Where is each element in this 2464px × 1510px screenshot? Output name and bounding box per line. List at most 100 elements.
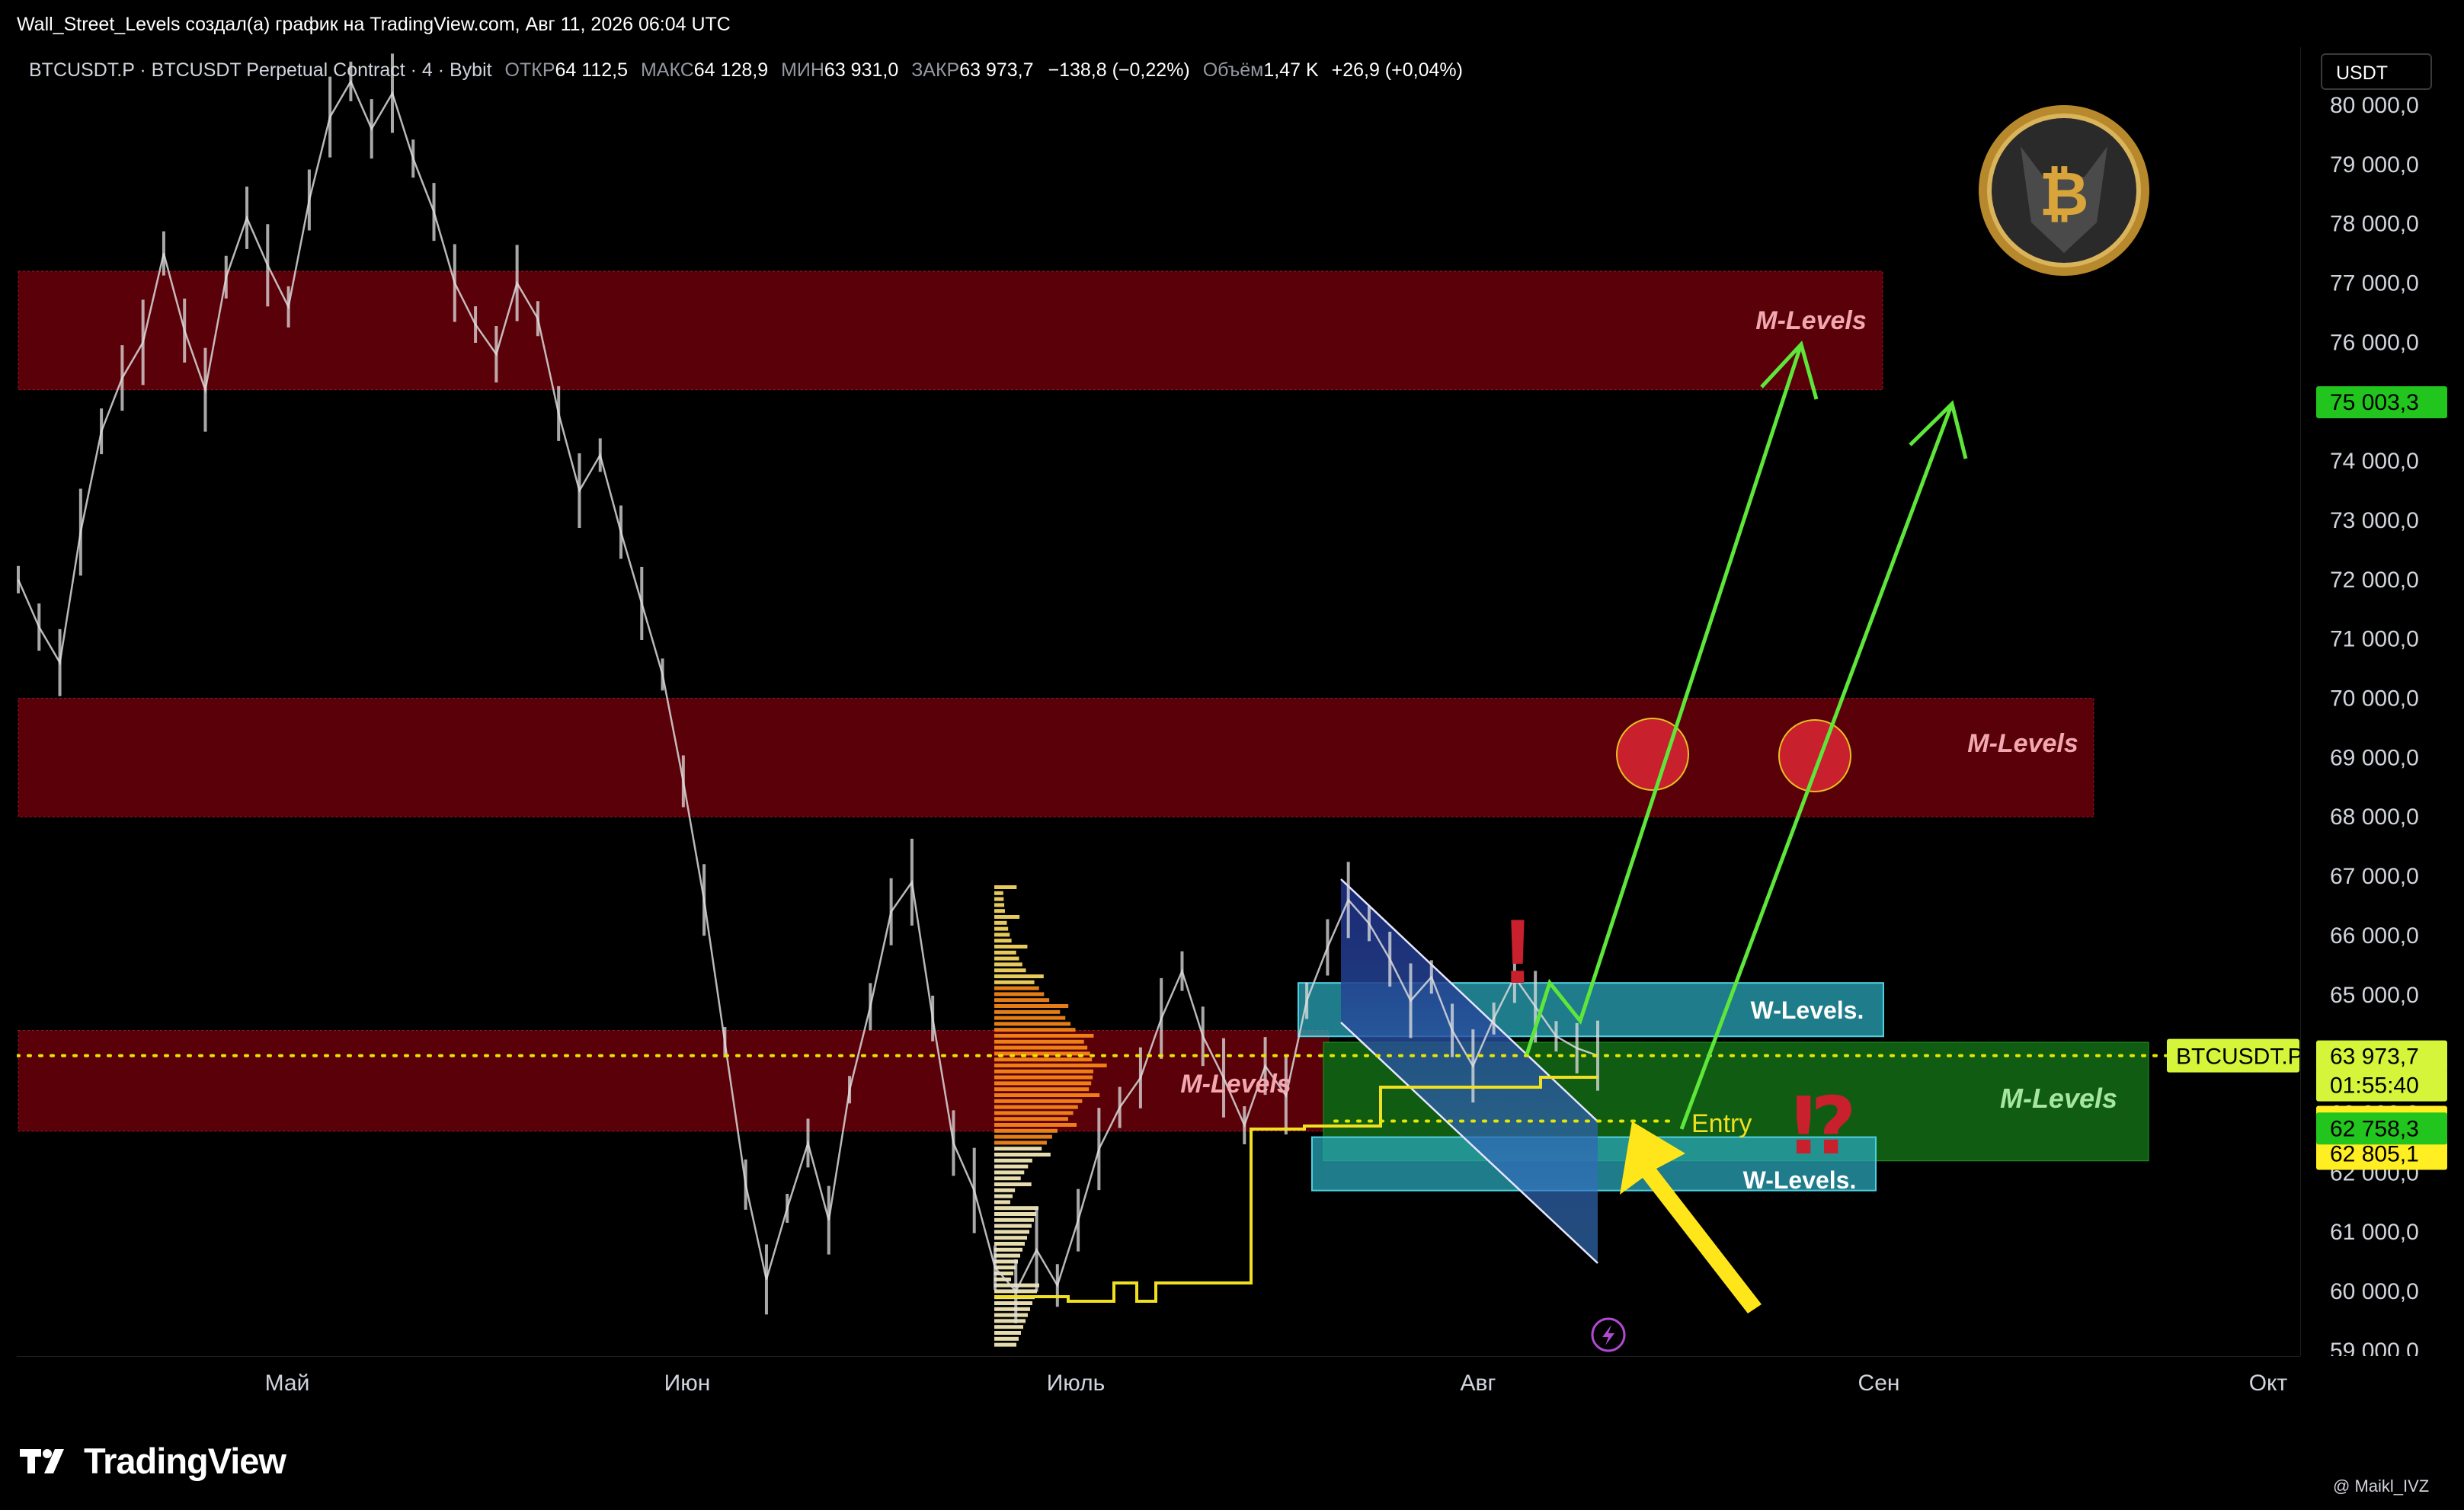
price-label: 63 973,7 — [2316, 1040, 2447, 1073]
w-levels-label: W-Levels. — [1751, 997, 1864, 1024]
volume-bar — [994, 915, 1020, 919]
volume-bar — [994, 1105, 1078, 1109]
symbol-title[interactable]: BTCUSDT.P · BTCUSDT Perpetual Contract ·… — [29, 59, 492, 81]
low-value: 63 931,0 — [824, 59, 899, 81]
volume-bar — [994, 897, 1004, 901]
volume-bar — [994, 1022, 1071, 1026]
m-levels-label: M-Levels — [1967, 729, 2078, 758]
volume-bar — [994, 998, 1050, 1003]
volume-bar — [994, 1342, 1016, 1347]
volume-bar — [994, 1253, 1020, 1258]
volume-bar — [994, 1128, 1058, 1133]
m-levels-zone[interactable] — [18, 1029, 1330, 1132]
price-label: 01:55:40 — [2316, 1069, 2447, 1102]
volume-bar — [994, 1188, 1016, 1192]
volume-bar — [994, 909, 1005, 913]
volume-bar — [994, 1247, 1022, 1252]
volume-bar — [994, 974, 1044, 978]
interrobang-mark: ⁉ — [1791, 1083, 1857, 1171]
volume-bar — [994, 1147, 1042, 1151]
volume-value: 1,47 K — [1263, 59, 1319, 81]
volume-bar — [994, 1164, 1029, 1169]
change-value: −138,8 (−0,22%) — [1048, 59, 1190, 81]
lightning-icon[interactable] — [1591, 1317, 1626, 1352]
volume-bar — [994, 1212, 1036, 1216]
volume-bar — [994, 933, 1010, 937]
price-tick-label: 74 000,0 — [2330, 449, 2419, 474]
volume-bar — [994, 1064, 1107, 1067]
volume-bar — [994, 1158, 1032, 1163]
svg-text:01:55:40: 01:55:40 — [2330, 1073, 2419, 1099]
chart-caption: Wall_Street_Levels создал(а) график на T… — [17, 14, 731, 35]
volume-bar — [994, 1265, 1016, 1270]
volume-bar — [994, 1325, 1023, 1329]
time-tick-label: Июн — [664, 1371, 711, 1396]
target-circle[interactable] — [1778, 719, 1851, 792]
volume-bar — [994, 956, 1019, 961]
wall-street-levels-logo: ₿ — [1979, 105, 2149, 276]
price-tick-label: 69 000,0 — [2330, 745, 2419, 770]
price-label: 62 758,3 — [2316, 1112, 2447, 1145]
m-levels-zone[interactable] — [18, 270, 1883, 391]
time-scale[interactable]: Май Июн Июль Авг Сен Окт — [17, 1356, 2300, 1410]
volume-bar — [994, 1224, 1032, 1228]
volume-bar — [994, 980, 1035, 984]
time-tick-label: Сен — [1858, 1371, 1900, 1396]
price-tick-label: 71 000,0 — [2330, 627, 2419, 652]
volume-bar — [994, 885, 1017, 889]
volume-bar — [994, 1331, 1021, 1335]
volume-bar — [994, 1028, 1076, 1032]
volume-bar — [994, 950, 1016, 955]
volume-bar — [994, 1319, 1026, 1323]
price-tick-label: 59 000,0 — [2330, 1339, 2419, 1356]
open-value: 64 112,5 — [555, 59, 628, 81]
svg-text:62 758,3: 62 758,3 — [2330, 1116, 2419, 1141]
price-tick-label: 76 000,0 — [2330, 330, 2419, 355]
time-tick-label: Авг — [1461, 1371, 1496, 1396]
price-tick-label: 70 000,0 — [2330, 686, 2419, 712]
volume-bar — [994, 1034, 1094, 1038]
volume-bar — [994, 992, 1045, 997]
volume-bar — [994, 1039, 1084, 1044]
volume-bar — [994, 1069, 1093, 1073]
volume-change: +26,9 (+0,04%) — [1331, 59, 1463, 81]
high-value: 64 128,9 — [693, 59, 769, 81]
currency-selector[interactable]: USDT — [2321, 53, 2432, 90]
volume-bar — [994, 1206, 1038, 1211]
chart-area[interactable]: M-Levels M-Levels M-Levels M-Levels W-Levels… — [15, 47, 2303, 1356]
volume-bar — [994, 1176, 1021, 1181]
price-chart[interactable]: M-Levels M-Levels M-Levels M-Levels W-Levels… — [15, 47, 2303, 1356]
low-label: МИН — [781, 59, 824, 81]
price-tick-label: 77 000,0 — [2330, 271, 2419, 296]
volume-bar — [994, 1075, 1093, 1080]
tradingview-logo[interactable]: TradingView — [20, 1440, 286, 1482]
svg-text:63 973,7: 63 973,7 — [2330, 1045, 2419, 1070]
volume-bar — [994, 1242, 1025, 1246]
volume-bar — [994, 1093, 1100, 1097]
target-circle[interactable] — [1616, 718, 1689, 791]
volume-bar — [994, 1004, 1069, 1008]
symbol-price-tag: BTCUSDT.P — [2167, 1038, 2303, 1073]
price-tick-label: 72 000,0 — [2330, 568, 2419, 593]
volume-bar — [994, 986, 1039, 990]
arrow-head — [1909, 400, 1968, 459]
volume-bar — [994, 1153, 1051, 1156]
volume-bar — [994, 1117, 1068, 1121]
time-tick-label: Май — [265, 1371, 310, 1396]
price-tick-label: 73 000,0 — [2330, 508, 2419, 533]
volume-bar — [994, 1336, 1019, 1341]
price-scale[interactable]: 59 000,060 000,061 000,062 000,063 000,0… — [2300, 47, 2453, 1364]
volume-bar — [994, 1217, 1034, 1222]
svg-text:BTCUSDT.P: BTCUSDT.P — [2176, 1045, 2300, 1070]
ohlc-infobar: BTCUSDT.P · BTCUSDT Perpetual Contract ·… — [29, 59, 1463, 82]
volume-bar — [994, 1123, 1077, 1127]
price-tick-label: 60 000,0 — [2330, 1279, 2419, 1304]
volume-bar — [994, 968, 1026, 973]
svg-text:₿: ₿ — [2039, 160, 2088, 228]
volume-bar — [994, 1081, 1092, 1086]
m-levels-label: M-Levels — [1180, 1070, 1291, 1099]
author-tag: @ Maikl_IVZ — [2333, 1476, 2430, 1496]
volume-bar — [994, 1140, 1047, 1145]
price-tick-label: 79 000,0 — [2330, 152, 2419, 178]
time-tick-label: Окт — [2249, 1371, 2288, 1396]
